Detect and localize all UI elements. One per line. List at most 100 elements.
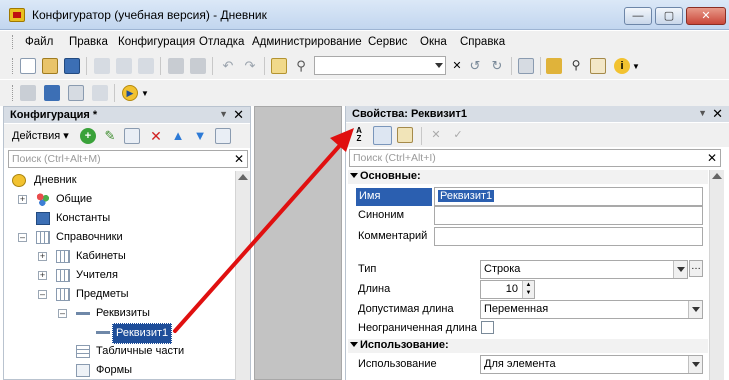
expand-icon[interactable]: + (38, 252, 47, 261)
section-usage[interactable]: Использование: (348, 339, 708, 353)
allowed-length-select[interactable]: Переменная (480, 300, 703, 319)
find-next-icon[interactable]: ↻ (489, 58, 505, 74)
menu-windows[interactable]: Окна (420, 36, 447, 48)
expand-icon[interactable]: + (18, 195, 27, 204)
clear-search-icon[interactable]: ✕ (234, 152, 244, 166)
windows-icon[interactable] (518, 58, 534, 74)
section-basic[interactable]: Основные: (348, 170, 708, 184)
type-value: Строка (484, 263, 521, 275)
name-value: Реквизит1 (438, 190, 495, 202)
close-icon[interactable]: ✕ (233, 107, 244, 123)
move-down-icon[interactable]: ▼ (192, 128, 208, 144)
clear-value-icon[interactable]: ✕ (428, 127, 444, 143)
menu-service[interactable]: Сервис (368, 36, 407, 48)
toolbar-grip[interactable] (12, 85, 15, 101)
menu-grip[interactable] (12, 35, 15, 49)
syntax-check-icon[interactable] (92, 85, 108, 101)
comment-field[interactable] (434, 227, 703, 246)
debug-start-icon[interactable]: ▶ (122, 85, 138, 101)
paste-icon[interactable] (138, 58, 154, 74)
delete-icon[interactable]: ✕ (148, 128, 164, 144)
chevron-down-icon[interactable]: ▼ (632, 62, 640, 71)
chevron-down-icon[interactable] (435, 63, 443, 68)
copy-icon[interactable] (116, 58, 132, 74)
undo-icon[interactable]: ↶ (220, 58, 236, 74)
name-field[interactable]: Реквизит1 (434, 187, 703, 206)
info-icon[interactable]: i (614, 58, 630, 74)
collapse-icon[interactable]: – (58, 309, 67, 318)
menu-edit[interactable]: Правка (69, 36, 108, 48)
collapse-icon[interactable]: – (18, 233, 27, 242)
properties-scrollbar[interactable] (709, 170, 724, 380)
redo-icon[interactable]: ↷ (242, 58, 258, 74)
chevron-down-icon[interactable] (688, 356, 702, 373)
unlimited-length-checkbox[interactable] (481, 321, 494, 334)
help-search-icon[interactable]: ⚲ (568, 58, 584, 74)
separator (421, 127, 422, 145)
type-select[interactable]: Строка (480, 260, 688, 279)
assistant-icon[interactable] (546, 58, 562, 74)
tree-item-label: Общие (56, 193, 93, 205)
spin-buttons[interactable]: ▲ ▼ (522, 281, 534, 298)
toolbar-grip[interactable] (12, 58, 15, 74)
copy-item-icon[interactable] (124, 128, 140, 144)
move-up-icon[interactable]: ▲ (170, 128, 186, 144)
filter-icon[interactable] (397, 127, 413, 143)
synonym-field[interactable] (434, 206, 703, 225)
config-window-icon[interactable] (20, 85, 36, 101)
categorized-view-icon[interactable] (373, 126, 392, 145)
properties-panel: Свойства: Реквизит1 ▼ ✕ AZ ✕ ✓ Поиск (Ct… (345, 106, 729, 380)
new-document-icon[interactable] (20, 58, 36, 74)
pin-icon[interactable]: ▼ (698, 108, 707, 118)
find-in-page-icon[interactable] (271, 58, 287, 74)
search-combo[interactable] (314, 56, 446, 75)
cut-icon[interactable] (94, 58, 110, 74)
properties-search-input[interactable]: Поиск (Ctrl+Alt+I) ✕ (349, 149, 721, 167)
constants-icon (36, 212, 50, 225)
chevron-down-icon[interactable] (688, 301, 702, 318)
property-label-type: Тип (358, 263, 377, 275)
clear-search-icon[interactable]: ✕ (707, 151, 717, 165)
close-window-button[interactable]: ✕ (686, 7, 726, 25)
open-folder-icon[interactable] (42, 58, 58, 74)
edit-icon[interactable]: ✎ (102, 128, 118, 144)
menu-file[interactable]: Файл (25, 36, 53, 48)
menu-help[interactable]: Справка (460, 36, 505, 48)
syntax-helper-icon[interactable] (590, 58, 606, 74)
clear-search-icon[interactable]: ✕ (449, 58, 465, 74)
menu-debug[interactable]: Отладка (199, 36, 244, 48)
find-previous-icon[interactable]: ↺ (467, 58, 483, 74)
maximize-button[interactable]: ▢ (655, 7, 683, 25)
collapse-icon[interactable]: – (38, 290, 47, 299)
app-icon (9, 8, 25, 22)
tree-item-label: Справочники (56, 231, 123, 243)
sort-alphabetical-icon[interactable]: AZ (351, 127, 367, 143)
pin-icon[interactable]: ▼ (219, 109, 228, 119)
menu-administration[interactable]: Администрирование (252, 36, 362, 48)
length-field[interactable]: 10 ▲ ▼ (480, 280, 535, 299)
print-preview-icon[interactable] (190, 58, 206, 74)
type-edit-button[interactable]: … (689, 260, 703, 277)
save-icon[interactable] (64, 58, 80, 74)
configuration-search-input[interactable]: Поиск (Ctrl+Alt+M) ✕ (8, 150, 248, 168)
minimize-button[interactable]: — (624, 7, 652, 25)
menu-configuration[interactable]: Конфигурация (118, 36, 195, 48)
close-icon[interactable]: ✕ (712, 106, 723, 122)
tree-scrollbar[interactable] (235, 171, 250, 380)
scroll-up-icon[interactable] (238, 174, 248, 180)
property-label-unlimited-length: Неограниченная длина (358, 322, 477, 334)
properties-icon[interactable] (68, 85, 84, 101)
update-config-icon[interactable] (44, 85, 60, 101)
chevron-down-icon[interactable] (673, 261, 687, 278)
scroll-up-icon[interactable] (712, 173, 722, 179)
property-label-usage: Использование (358, 358, 437, 370)
usage-select[interactable]: Для элемента (480, 355, 703, 374)
sort-icon[interactable] (215, 128, 231, 144)
actions-menu-button[interactable]: Действия ▾ (12, 129, 69, 142)
check-icon[interactable]: ✓ (450, 127, 466, 143)
search-icon[interactable]: ⚲ (293, 58, 309, 74)
add-icon[interactable]: + (80, 128, 96, 144)
chevron-down-icon[interactable]: ▼ (141, 89, 149, 98)
expand-icon[interactable]: + (38, 271, 47, 280)
print-icon[interactable] (168, 58, 184, 74)
